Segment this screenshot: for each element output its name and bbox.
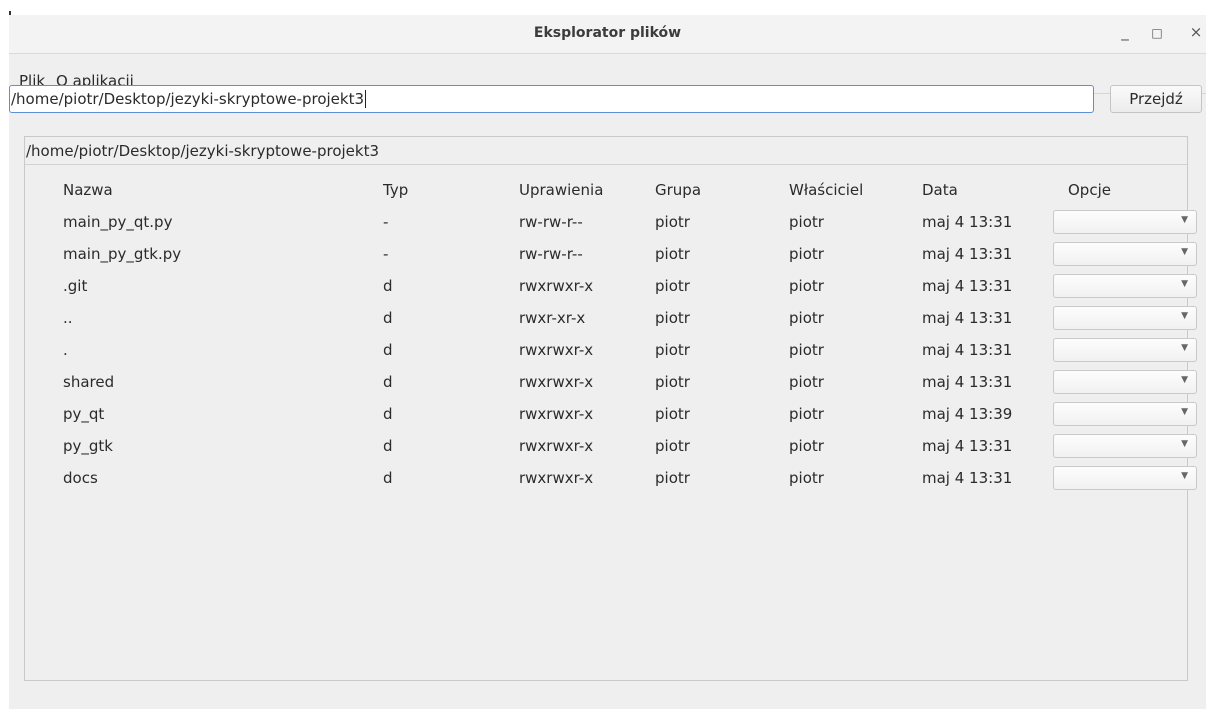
cell-date: maj 4 13:31 [922, 469, 1013, 487]
cell-name: shared [63, 373, 115, 391]
cell-permissions: rw-rw-r-- [519, 213, 583, 231]
options-dropdown[interactable]: ▼ [1053, 210, 1197, 234]
chevron-down-icon: ▼ [1181, 407, 1188, 417]
cell-type: d [383, 309, 393, 327]
cell-name: .git [63, 277, 88, 295]
cell-type: d [383, 341, 393, 359]
options-dropdown[interactable]: ▼ [1053, 242, 1197, 266]
cell-permissions: rwxrwxr-x [519, 277, 594, 295]
chevron-down-icon: ▼ [1181, 215, 1188, 225]
header-group: Grupa [655, 181, 702, 199]
chevron-down-icon: ▼ [1181, 279, 1188, 289]
chevron-down-icon: ▼ [1181, 311, 1188, 321]
options-dropdown[interactable]: ▼ [1053, 466, 1197, 490]
cell-date: maj 4 13:31 [922, 277, 1013, 295]
chevron-down-icon: ▼ [1181, 247, 1188, 257]
options-dropdown[interactable]: ▼ [1053, 338, 1197, 362]
chevron-down-icon: ▼ [1181, 471, 1188, 481]
titlebar: Eksplorator plików _ □ × [9, 15, 1206, 54]
cell-date: maj 4 13:39 [922, 405, 1013, 423]
header-date: Data [922, 181, 958, 199]
window-title: Eksplorator plików [533, 25, 682, 41]
cell-permissions: rwxrwxr-x [519, 405, 594, 423]
close-button[interactable]: × [1186, 23, 1206, 41]
cell-date: maj 4 13:31 [922, 309, 1013, 327]
cell-owner: piotr [789, 309, 824, 327]
options-dropdown[interactable]: ▼ [1053, 274, 1197, 298]
cell-owner: piotr [789, 277, 824, 295]
options-dropdown[interactable]: ▼ [1053, 434, 1197, 458]
cell-type: d [383, 373, 393, 391]
cell-owner: piotr [789, 341, 824, 359]
header-owner: Właściciel [789, 181, 864, 199]
path-input[interactable]: /home/piotr/Desktop/jezyki-skryptowe-pro… [9, 85, 1094, 113]
minimize-button[interactable]: _ [1115, 23, 1135, 41]
cell-type: d [383, 469, 393, 487]
cell-name: py_qt [63, 405, 105, 423]
cell-group: piotr [655, 437, 690, 455]
header-name: Nazwa [63, 181, 113, 199]
cell-name: main_py_qt.py [63, 213, 173, 231]
cell-permissions: rwxrwxr-x [519, 341, 594, 359]
cell-date: maj 4 13:31 [922, 213, 1013, 231]
cell-name: main_py_gtk.py [63, 245, 182, 263]
cell-owner: piotr [789, 373, 824, 391]
chevron-down-icon: ▼ [1181, 343, 1188, 353]
cell-type: - [383, 213, 389, 231]
directory-listing: /home/piotr/Desktop/jezyki-skryptowe-pro… [24, 136, 1197, 681]
cell-date: maj 4 13:31 [922, 373, 1013, 391]
cell-owner: piotr [789, 405, 824, 423]
header-type: Typ [383, 181, 409, 199]
cell-type: d [383, 277, 393, 295]
cell-group: piotr [655, 405, 690, 423]
cell-type: - [383, 245, 389, 263]
cell-name: .. [63, 309, 73, 327]
go-button[interactable]: Przejdź [1110, 85, 1202, 113]
cell-permissions: rwxrwxr-x [519, 373, 594, 391]
maximize-button[interactable]: □ [1147, 26, 1167, 40]
cell-group: piotr [655, 373, 690, 391]
cell-group: piotr [655, 245, 690, 263]
cell-permissions: rwxr-xr-x [519, 309, 586, 327]
cell-permissions: rwxrwxr-x [519, 469, 594, 487]
cell-permissions: rwxrwxr-x [519, 437, 594, 455]
chevron-down-icon: ▼ [1181, 375, 1188, 385]
cell-owner: piotr [789, 469, 824, 487]
cell-type: d [383, 405, 393, 423]
chevron-down-icon: ▼ [1181, 439, 1188, 449]
options-dropdown[interactable]: ▼ [1053, 402, 1197, 426]
cell-owner: piotr [789, 245, 824, 263]
cell-group: piotr [655, 469, 690, 487]
cell-name: docs [63, 469, 98, 487]
header-permissions: Uprawienia [519, 181, 604, 199]
cell-type: d [383, 437, 393, 455]
cell-group: piotr [655, 277, 690, 295]
cell-group: piotr [655, 309, 690, 327]
cell-owner: piotr [789, 437, 824, 455]
path-input-value: /home/piotr/Desktop/jezyki-skryptowe-pro… [11, 90, 365, 108]
cell-date: maj 4 13:31 [922, 341, 1013, 359]
cell-name: . [63, 341, 68, 359]
cell-group: piotr [655, 341, 690, 359]
text-caret [365, 90, 367, 108]
options-dropdown[interactable]: ▼ [1053, 306, 1197, 330]
cell-date: maj 4 13:31 [922, 437, 1013, 455]
cell-group: piotr [655, 213, 690, 231]
cell-owner: piotr [789, 213, 824, 231]
cell-permissions: rw-rw-r-- [519, 245, 583, 263]
listing-title: /home/piotr/Desktop/jezyki-skryptowe-pro… [25, 137, 1187, 165]
cell-name: py_gtk [63, 437, 113, 455]
header-options: Opcje [1068, 181, 1111, 199]
cell-date: maj 4 13:31 [922, 245, 1013, 263]
options-dropdown[interactable]: ▼ [1053, 370, 1197, 394]
